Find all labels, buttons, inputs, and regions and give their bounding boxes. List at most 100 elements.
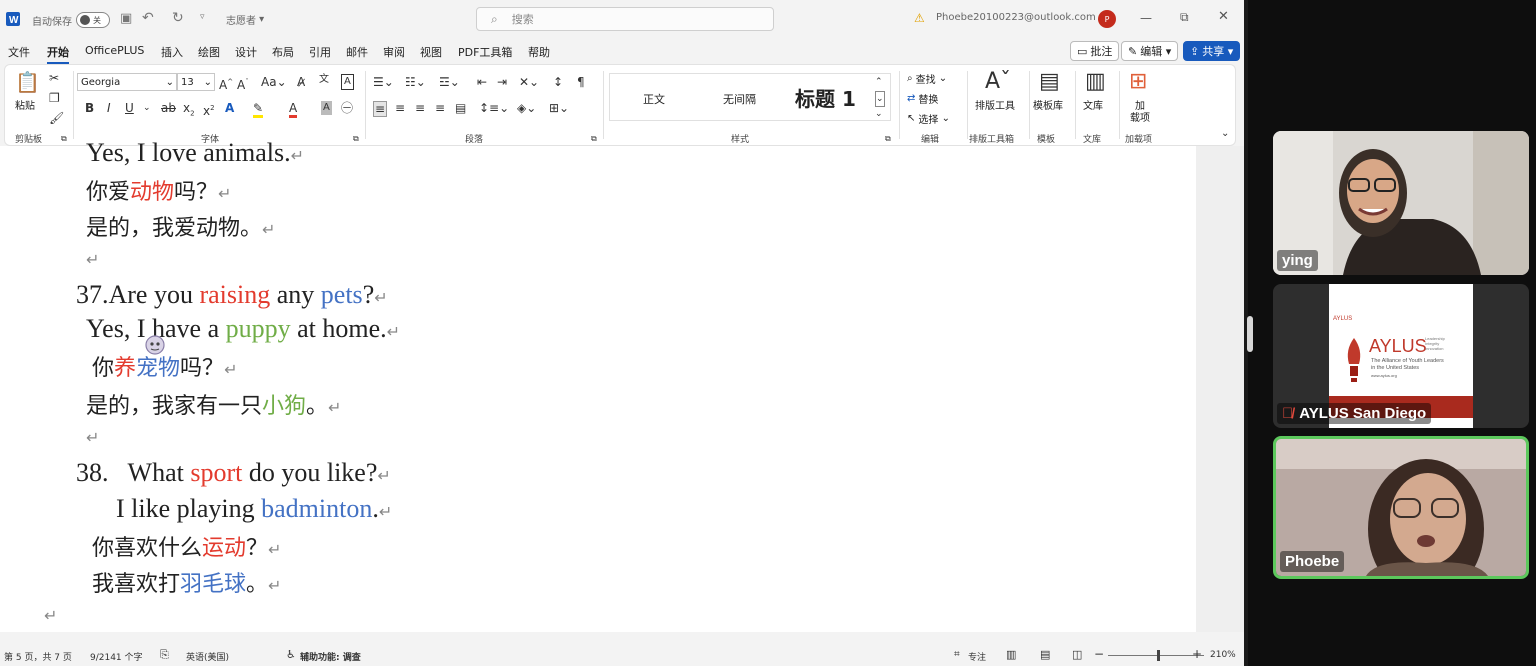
library-button[interactable]: 文库 [1083,97,1103,112]
customize-qat-icon[interactable]: ▿ [200,12,205,22]
font-launcher-icon[interactable]: ⧉ [353,132,359,146]
menu-mailings[interactable]: 邮件 [346,44,368,60]
save-icon[interactable]: ▣ [120,11,132,26]
zoom-slider-thumb[interactable] [1156,650,1160,661]
clipboard-launcher-icon[interactable]: ⧉ [61,132,67,146]
menu-insert[interactable]: 插入 [161,44,183,60]
menu-help[interactable]: 帮助 [528,44,550,60]
focus-button[interactable]: 专注 [968,650,986,663]
replace-button[interactable]: ⇄ 替换 [907,91,938,106]
search-box[interactable]: ⌕ 搜索 [476,7,774,31]
styles-scroll-down-icon[interactable]: ⌄ [875,91,885,107]
close-icon[interactable]: ✕ [1218,9,1229,24]
comment-button[interactable]: ▭ 批注 [1070,41,1120,61]
styles-launcher-icon[interactable]: ⧉ [885,132,891,146]
menu-draw[interactable]: 绘图 [198,44,220,60]
accessibility-status[interactable]: 辅助功能: 调查 [300,650,361,663]
character-shading-icon[interactable]: A [321,101,332,115]
paragraph-launcher-icon[interactable]: ⧉ [591,132,597,146]
panel-resize-handle[interactable] [1247,316,1253,352]
print-layout-icon[interactable]: ▤ [1040,648,1050,661]
template-library-button[interactable]: 模板库 [1033,97,1063,112]
menu-pdf-toolbox[interactable]: PDF工具箱 [458,44,512,60]
shrink-font-icon[interactable]: Aˇ [237,75,249,92]
participant-tile-phoebe[interactable]: Phoebe [1273,436,1529,579]
chinese-layout-icon[interactable]: ✕⌄ [519,75,539,89]
distributed-icon[interactable]: ▤ [455,101,466,115]
avatar[interactable]: P [1098,10,1116,28]
account-email[interactable]: Phoebe20100223@outlook.com [936,12,1096,23]
participant-tile-aylus[interactable]: AYLUS AYLUS Leadership Integrity Innovatio… [1273,284,1529,428]
participant-tile-ying[interactable]: ying [1273,131,1529,275]
undo-icon[interactable]: ↶ [142,10,154,26]
highlight-icon[interactable]: ✎ [253,101,264,118]
share-button[interactable]: ⇪ 共享 ▾ [1183,41,1241,61]
page-count[interactable]: 第 5 页，共 7 页 [4,650,72,663]
bold-icon[interactable]: B [85,101,94,115]
strikethrough-icon[interactable]: ab [161,101,176,115]
word-count[interactable]: 9/2141 个字 [90,650,143,663]
borders-icon[interactable]: ⊞⌄ [549,101,569,115]
shading-icon[interactable]: ◈⌄ [517,101,536,115]
web-layout-icon[interactable]: ◫ [1072,648,1082,661]
collapse-ribbon-icon[interactable]: ⌄ [1221,127,1229,141]
menu-file[interactable]: 文件 [8,44,30,60]
zoom-out-icon[interactable]: − [1094,647,1104,661]
autosave-toggle[interactable]: 关 [76,12,110,28]
style-no-spacing[interactable]: 无间隔 [723,91,756,107]
decrease-indent-icon[interactable]: ⇤ [477,75,487,89]
align-right-icon[interactable]: ≡ [415,101,425,115]
cut-icon[interactable]: ✂ [49,71,59,85]
zoom-in-icon[interactable]: + [1192,647,1202,661]
edit-button[interactable]: ✎ 编辑 ▾ [1121,41,1179,61]
menu-officeplus[interactable]: OfficePLUS [85,44,144,57]
select-button[interactable]: ↖ 选择 ⌄ [907,111,950,126]
show-marks-icon[interactable]: ¶ [577,75,585,89]
document-name[interactable]: 志愿者 ▾ [226,12,264,27]
menu-view[interactable]: 视图 [420,44,442,60]
bullets-icon[interactable]: ☰⌄ [373,75,394,89]
menu-home[interactable]: 开始 [47,44,69,64]
library-icon[interactable]: ▥ [1085,69,1106,95]
language[interactable]: 英语(美国) [186,650,229,663]
menu-layout[interactable]: 布局 [272,44,294,60]
format-painter-icon[interactable]: 🖌 [49,111,64,125]
align-center-icon[interactable]: ≡ [395,101,405,115]
paste-icon[interactable]: 📋 [15,71,40,93]
addins-icon[interactable]: ⊞ [1129,69,1147,95]
document-canvas[interactable]: Yes, I love animals.↵ 你爱动物吗？↵ 是的，我爱动物。↵ … [0,138,1196,632]
character-border-icon[interactable]: A [341,74,354,90]
italic-icon[interactable]: I [107,101,111,115]
font-color-icon[interactable]: A [289,101,298,118]
menu-review[interactable]: 审阅 [383,44,405,60]
line-spacing-icon[interactable]: ↕≡⌄ [479,101,509,115]
increase-indent-icon[interactable]: ⇥ [497,75,507,89]
subscript-icon[interactable]: x2 [183,101,195,120]
styles-scroll-up-icon[interactable]: ⌃ [875,75,883,89]
align-left-icon[interactable]: ≡ [373,101,388,117]
style-heading-1[interactable]: 标题 1 [795,83,856,112]
text-effects-icon[interactable]: A [225,101,234,115]
zoom-level[interactable]: 210% [1210,650,1236,660]
sort-icon[interactable]: ↕ [553,75,563,89]
style-normal[interactable]: 正文 [643,91,665,107]
layout-tool-button[interactable]: 排版工具 [975,97,1015,112]
chevron-down-icon[interactable]: ⌄ [143,101,151,115]
font-name-box[interactable]: Georgia ⌄ [77,73,177,91]
vertical-scrollbar[interactable] [1196,146,1244,632]
minimize-icon[interactable]: — [1140,11,1152,25]
styles-more-icon[interactable]: ⌄ [875,107,883,121]
layout-tool-icon[interactable]: Aˇ [985,69,1011,95]
multilevel-list-icon[interactable]: ☲⌄ [439,75,460,89]
menu-references[interactable]: 引用 [309,44,331,60]
font-size-box[interactable]: 13 ⌄ [177,73,215,91]
change-case-icon[interactable]: Aa⌄ [261,75,287,89]
warning-icon[interactable]: ⚠ [914,11,925,25]
read-mode-icon[interactable]: ▥ [1006,648,1016,661]
superscript-icon[interactable]: x2 [203,101,215,118]
proofing-icon[interactable]: ⎘ [160,648,169,662]
restore-icon[interactable]: ⧉ [1180,10,1189,25]
underline-icon[interactable]: U [125,101,134,115]
find-button[interactable]: ⌕ 查找 ⌄ [907,71,947,86]
menu-design[interactable]: 设计 [235,44,257,60]
